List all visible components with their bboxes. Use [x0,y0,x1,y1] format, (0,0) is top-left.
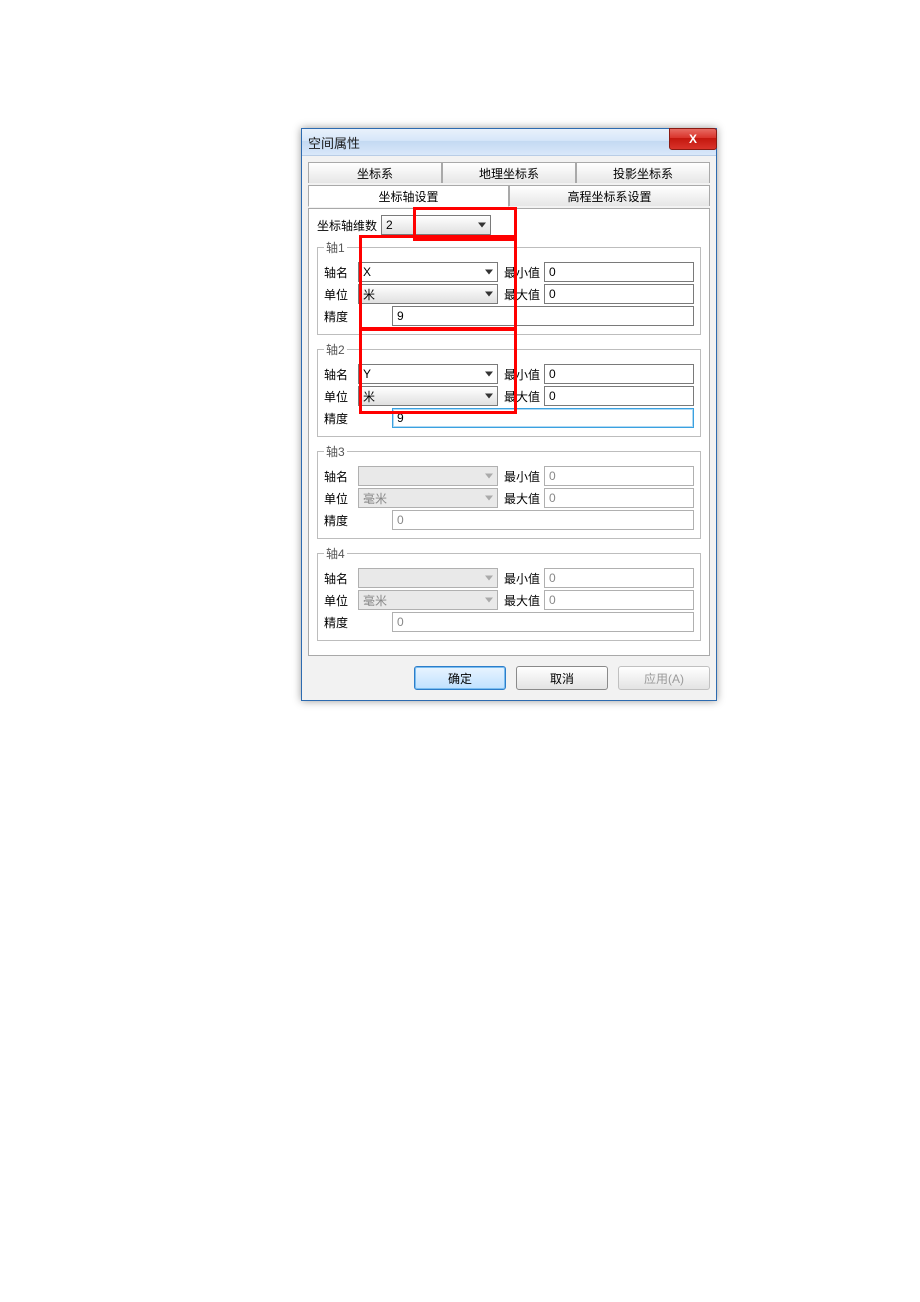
axis2-legend: 轴2 [324,341,347,358]
axis3-unit-select: 毫米 [358,488,498,508]
axis4-max-label: 最大值 [504,592,544,609]
tab-elevation-settings[interactable]: 高程坐标系设置 [509,185,710,206]
tab-proj-coord-sys[interactable]: 投影坐标系 [576,162,710,183]
axis3-group: 轴3 轴名 最小值 0 单位 毫米 最大值 [317,443,701,539]
axis2-max-input[interactable]: 0 [544,386,694,406]
axis4-name-label: 轴名 [324,570,358,587]
axis1-unit-select[interactable]: 米 [358,284,498,304]
axis1-group: 轴1 轴名 X 最小值 0 单位 米 最大值 [317,239,701,335]
axis3-max-label: 最大值 [504,490,544,507]
axis3-name-label: 轴名 [324,468,358,485]
axis2-min-label: 最小值 [504,366,544,383]
apply-button: 应用(A) [618,666,710,690]
axis4-min-input: 0 [544,568,694,588]
axis1-min-label: 最小值 [504,264,544,281]
axis4-precision-label: 精度 [324,614,358,631]
axis1-legend: 轴1 [324,239,347,256]
axis2-group: 轴2 轴名 Y 最小值 0 单位 米 最大值 [317,341,701,437]
axis3-legend: 轴3 [324,443,347,460]
dialog-title: 空间属性 [308,133,360,152]
axis2-precision-label: 精度 [324,410,358,427]
axis2-name-select[interactable]: Y [358,364,498,384]
axis1-min-input[interactable]: 0 [544,262,694,282]
axis4-precision-input: 0 [392,612,694,632]
axis1-max-input[interactable]: 0 [544,284,694,304]
dimension-label: 坐标轴维数 [317,217,377,234]
axis4-max-input: 0 [544,590,694,610]
axis1-max-label: 最大值 [504,286,544,303]
tab-coord-sys[interactable]: 坐标系 [308,162,442,183]
axis4-name-select [358,568,498,588]
axis3-unit-label: 单位 [324,490,358,507]
ok-button[interactable]: 确定 [414,666,506,690]
axis3-precision-label: 精度 [324,512,358,529]
axis3-min-label: 最小值 [504,468,544,485]
axis3-name-select [358,466,498,486]
tabs-second-row: 坐标轴设置 高程坐标系设置 [308,185,710,207]
close-icon: X [689,132,697,146]
axis-settings-pane: 坐标轴维数 2 轴1 轴名 X 最小值 0 [308,208,710,656]
spatial-properties-dialog: 空间属性 X 坐标系 地理坐标系 投影坐标系 坐标轴设置 高程坐标系设置 坐标轴… [301,128,717,701]
axis3-min-input: 0 [544,466,694,486]
button-row: 确定 取消 应用(A) [308,666,710,690]
axis3-precision-input: 0 [392,510,694,530]
axis2-unit-label: 单位 [324,388,358,405]
close-button[interactable]: X [669,128,717,150]
axis1-unit-label: 单位 [324,286,358,303]
axis2-name-label: 轴名 [324,366,358,383]
axis4-unit-select: 毫米 [358,590,498,610]
axis3-max-input: 0 [544,488,694,508]
dimension-row: 坐标轴维数 2 [317,215,701,235]
dimension-value: 2 [386,218,393,232]
axis4-group: 轴4 轴名 最小值 0 单位 毫米 最大值 [317,545,701,641]
dialog-body: 坐标系 地理坐标系 投影坐标系 坐标轴设置 高程坐标系设置 坐标轴维数 2 轴1… [302,156,716,700]
titlebar[interactable]: 空间属性 X [302,129,716,156]
axis1-precision-input[interactable]: 9 [392,306,694,326]
axis1-precision-label: 精度 [324,308,358,325]
axis1-name-select[interactable]: X [358,262,498,282]
axis2-unit-select[interactable]: 米 [358,386,498,406]
axis4-legend: 轴4 [324,545,347,562]
axis2-max-label: 最大值 [504,388,544,405]
tab-geo-coord-sys[interactable]: 地理坐标系 [442,162,576,183]
tabs-top-row: 坐标系 地理坐标系 投影坐标系 [308,162,710,183]
cancel-button[interactable]: 取消 [516,666,608,690]
axis2-precision-input[interactable]: 9 [392,408,694,428]
axis1-name-label: 轴名 [324,264,358,281]
tab-axis-settings[interactable]: 坐标轴设置 [308,185,509,207]
axis4-min-label: 最小值 [504,570,544,587]
axis4-unit-label: 单位 [324,592,358,609]
dimension-select[interactable]: 2 [381,215,491,235]
axis2-min-input[interactable]: 0 [544,364,694,384]
